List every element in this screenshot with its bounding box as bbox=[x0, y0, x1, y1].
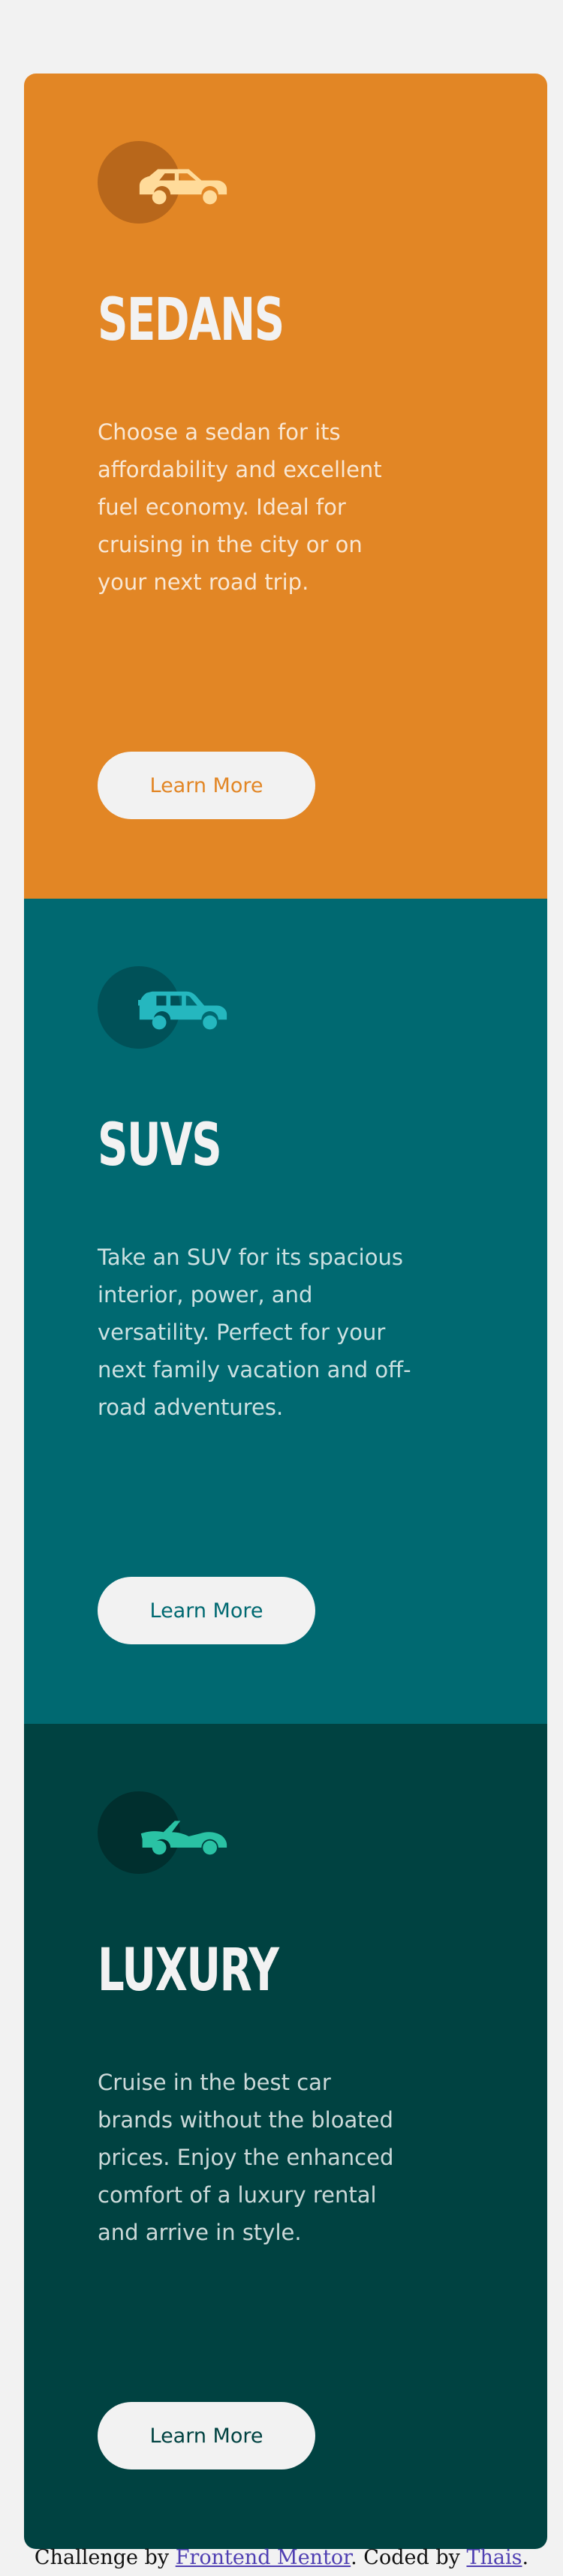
card-luxury: Luxury Cruise in the best car brands wit… bbox=[24, 1724, 547, 2549]
author-link[interactable]: Thais bbox=[466, 2546, 522, 2569]
card-title: Luxury bbox=[98, 1937, 279, 2004]
attribution-suffix: . bbox=[522, 2546, 529, 2569]
card-title: SUVs bbox=[98, 1112, 222, 1179]
card-description: Take an SUV for its spacious interior, p… bbox=[98, 1244, 411, 1420]
card-description: Cruise in the best car brands without th… bbox=[98, 2070, 394, 2245]
learn-more-button[interactable]: Learn More bbox=[98, 2402, 315, 2469]
card-suvs: SUVs Take an SUV for its spacious interi… bbox=[24, 899, 547, 1724]
suv-car-icon bbox=[138, 991, 227, 1030]
learn-more-button[interactable]: Learn More bbox=[98, 752, 315, 819]
attribution: Challenge by Frontend Mentor. Coded by T… bbox=[0, 2546, 563, 2569]
card-container: Sedans Choose a sedan for its affordabil… bbox=[24, 74, 547, 2549]
attribution-prefix: Challenge by bbox=[34, 2546, 170, 2569]
card-icon-wrap bbox=[98, 141, 263, 231]
card-description: Choose a sedan for its affordability and… bbox=[98, 419, 382, 595]
frontend-mentor-link[interactable]: Frontend Mentor bbox=[176, 2546, 351, 2569]
card-sedans: Sedans Choose a sedan for its affordabil… bbox=[24, 74, 547, 899]
card-title: Sedans bbox=[98, 287, 285, 354]
card-icon-wrap bbox=[98, 966, 263, 1056]
learn-more-button[interactable]: Learn More bbox=[98, 1577, 315, 1644]
sedan-car-icon bbox=[139, 169, 227, 205]
attribution-middle: . Coded by bbox=[351, 2546, 460, 2569]
luxury-car-icon bbox=[140, 1821, 227, 1855]
card-icon-wrap bbox=[98, 1791, 263, 1881]
